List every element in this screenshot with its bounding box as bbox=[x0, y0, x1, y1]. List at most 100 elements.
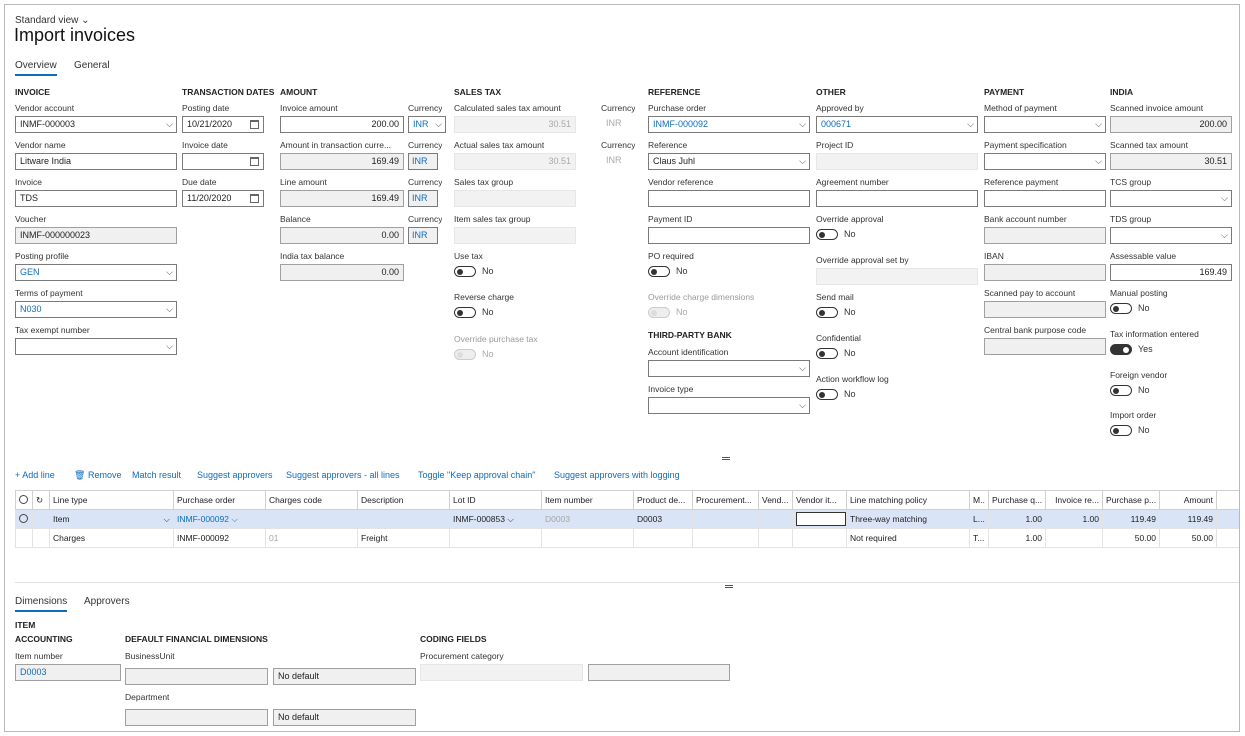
table-cell[interactable] bbox=[265, 509, 358, 529]
table-cell[interactable]: Item ⌵ bbox=[49, 509, 174, 529]
table-cell[interactable]: Three-way matching bbox=[846, 509, 970, 529]
column-header[interactable]: Purchase p... bbox=[1102, 490, 1160, 510]
send-mail-toggle[interactable]: No bbox=[816, 307, 856, 319]
vendor-name-field[interactable]: Litware India bbox=[15, 153, 177, 170]
override-approval-toggle[interactable]: No bbox=[816, 229, 856, 241]
reference-payment-field[interactable] bbox=[984, 190, 1106, 207]
table-cell[interactable]: INMF-000853 ⌵ bbox=[449, 509, 542, 529]
column-header[interactable]: Procurement... bbox=[692, 490, 759, 510]
approved-by-field[interactable]: 000671 ⌵ bbox=[816, 116, 978, 133]
table-cell[interactable] bbox=[1045, 528, 1103, 548]
tax-exempt-field[interactable]: ⌵ bbox=[15, 338, 177, 355]
vendor-account-field[interactable]: INMF-000003 ⌵ bbox=[15, 116, 177, 133]
select-all-column[interactable] bbox=[15, 490, 33, 510]
column-header[interactable]: Description bbox=[357, 490, 450, 510]
table-cell[interactable]: 1.00 bbox=[988, 509, 1046, 529]
select-all-radio[interactable] bbox=[19, 494, 28, 504]
currency-field[interactable]: INR ⌵ bbox=[408, 116, 446, 133]
tab-overview[interactable]: Overview bbox=[15, 60, 57, 76]
assessable-value-field[interactable]: 169.49 bbox=[1110, 264, 1232, 281]
department-field[interactable] bbox=[125, 709, 268, 726]
column-header[interactable]: Vend... bbox=[758, 490, 793, 510]
table-cell[interactable] bbox=[357, 509, 450, 529]
tab-dimensions[interactable]: Dimensions bbox=[15, 596, 68, 612]
payment-specification-field[interactable]: ⌵ bbox=[984, 153, 1106, 170]
table-cell[interactable] bbox=[792, 528, 847, 548]
column-header[interactable]: Charges code bbox=[265, 490, 358, 510]
table-cell[interactable]: 50.00 bbox=[1102, 528, 1160, 548]
column-header[interactable]: M.. bbox=[969, 490, 989, 510]
purchase-order-field[interactable]: INMF-000092 ⌵ bbox=[648, 116, 810, 133]
suggest-approvers-all-button[interactable]: Suggest approvers - all lines bbox=[286, 470, 400, 480]
suggest-approvers-button[interactable]: Suggest approvers bbox=[197, 470, 273, 480]
method-of-payment-field[interactable]: ⌵ bbox=[984, 116, 1106, 133]
invoice-field[interactable]: TDS bbox=[15, 190, 177, 207]
use-tax-toggle[interactable]: No bbox=[454, 266, 494, 278]
posting-profile-field[interactable]: GEN ⌵ bbox=[15, 264, 177, 281]
add-line-button[interactable]: + Add line bbox=[15, 470, 55, 480]
tcs-group-field[interactable]: ⌵ bbox=[1110, 190, 1232, 207]
table-cell[interactable]: 119.49 bbox=[1102, 509, 1160, 529]
row-select[interactable] bbox=[15, 528, 33, 548]
row-select[interactable] bbox=[15, 509, 33, 529]
refresh-icon[interactable]: ↻ bbox=[36, 495, 43, 505]
table-cell[interactable] bbox=[692, 509, 759, 529]
calendar-icon[interactable] bbox=[250, 157, 259, 166]
foreign-vendor-toggle[interactable]: No bbox=[1110, 385, 1150, 397]
account-identification-field[interactable]: ⌵ bbox=[648, 360, 810, 377]
table-cell[interactable] bbox=[692, 528, 759, 548]
tab-general[interactable]: General bbox=[74, 60, 110, 71]
splitter-handle[interactable] bbox=[725, 585, 733, 588]
suggest-approvers-logging-button[interactable]: Suggest approvers with logging bbox=[554, 470, 680, 480]
vendor-item-input[interactable] bbox=[796, 512, 846, 526]
tds-group-field[interactable]: ⌵ bbox=[1110, 227, 1232, 244]
agreement-number-field[interactable] bbox=[816, 190, 978, 207]
invoice-date-field[interactable] bbox=[182, 153, 264, 170]
business-unit-field[interactable] bbox=[125, 668, 268, 685]
column-header[interactable]: Amount bbox=[1159, 490, 1217, 510]
column-header[interactable]: Line type bbox=[49, 490, 174, 510]
toggle-keep-approval-chain-button[interactable]: Toggle "Keep approval chain" bbox=[418, 470, 535, 480]
action-workflow-log-toggle[interactable]: No bbox=[816, 389, 856, 401]
invoice-type-field[interactable]: ⌵ bbox=[648, 397, 810, 414]
column-header[interactable]: Item number bbox=[541, 490, 634, 510]
reference-field[interactable]: Claus Juhl ⌵ bbox=[648, 153, 810, 170]
table-cell[interactable]: 1.00 bbox=[1045, 509, 1103, 529]
vendor-reference-field[interactable] bbox=[648, 190, 810, 207]
import-order-toggle[interactable]: No bbox=[1110, 425, 1150, 437]
match-result-button[interactable]: Match result bbox=[132, 470, 181, 480]
column-header[interactable]: Invoice re... bbox=[1045, 490, 1103, 510]
column-header[interactable]: Lot ID bbox=[449, 490, 542, 510]
table-cell[interactable]: Charges bbox=[49, 528, 174, 548]
row-select-radio[interactable] bbox=[19, 513, 28, 523]
splitter-handle[interactable] bbox=[722, 457, 730, 460]
confidential-toggle[interactable]: No bbox=[816, 348, 856, 360]
reverse-charge-toggle[interactable]: No bbox=[454, 307, 494, 319]
table-cell[interactable]: Freight bbox=[357, 528, 450, 548]
table-cell[interactable]: INMF-000092 ⌵ bbox=[173, 509, 266, 529]
table-cell[interactable] bbox=[758, 528, 793, 548]
posting-date-field[interactable]: 10/21/2020 bbox=[182, 116, 264, 133]
table-cell[interactable] bbox=[758, 509, 793, 529]
column-header[interactable]: Purchase order bbox=[173, 490, 266, 510]
calendar-icon[interactable] bbox=[250, 120, 259, 129]
table-cell[interactable]: Not required bbox=[846, 528, 970, 548]
column-header[interactable]: Product de... bbox=[633, 490, 693, 510]
table-cell[interactable]: 01 bbox=[265, 528, 358, 548]
payment-id-field[interactable] bbox=[648, 227, 810, 244]
manual-posting-toggle[interactable]: No bbox=[1110, 303, 1150, 315]
invoice-amount-field[interactable]: 200.00 bbox=[280, 116, 404, 133]
terms-field[interactable]: N030 ⌵ bbox=[15, 301, 177, 318]
refresh-column[interactable]: ↻ bbox=[32, 490, 50, 510]
table-cell[interactable] bbox=[792, 509, 847, 529]
table-cell[interactable]: INMF-000092 bbox=[173, 528, 266, 548]
table-row[interactable]: Charges INMF-000092 01 Freight Not requi… bbox=[15, 528, 1239, 548]
tab-approvers[interactable]: Approvers bbox=[84, 596, 130, 607]
column-header[interactable]: Vendor it... bbox=[792, 490, 847, 510]
calendar-icon[interactable] bbox=[250, 194, 259, 203]
due-date-field[interactable]: 11/20/2020 bbox=[182, 190, 264, 207]
column-header[interactable]: Purchase q... bbox=[988, 490, 1046, 510]
po-required-toggle[interactable]: No bbox=[648, 266, 688, 278]
table-row[interactable]: Item ⌵ INMF-000092 ⌵ INMF-000853 ⌵ D0003 … bbox=[15, 509, 1239, 529]
column-header[interactable]: Line matching policy bbox=[846, 490, 970, 510]
